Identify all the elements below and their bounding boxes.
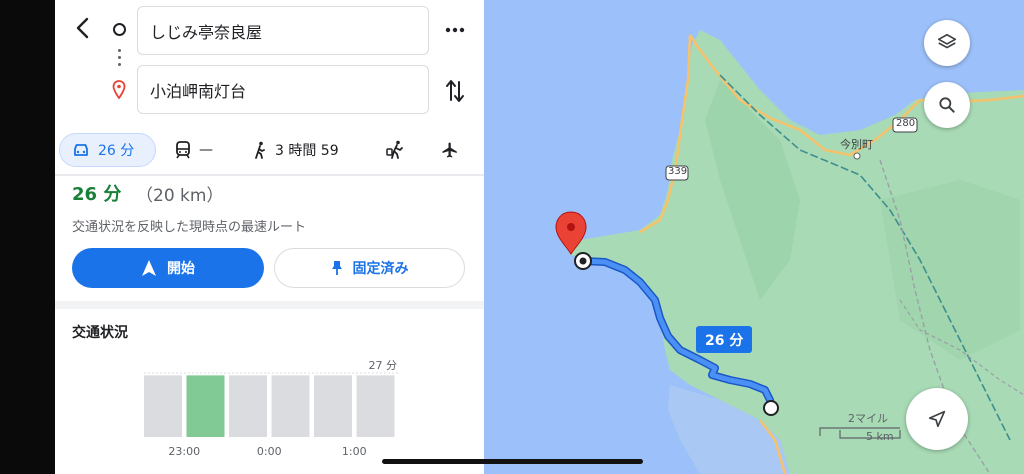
pinned-button-label: 固定済み [352, 261, 409, 277]
mode-car-label: 26 分 [98, 143, 135, 159]
road-339-label: 339 [668, 166, 688, 177]
travel-mode-bar: 26 分 — 3 時間 59 [55, 126, 484, 174]
walk-icon [255, 141, 265, 159]
chart-bar-22:30[interactable] [144, 375, 182, 437]
mode-ride-tab[interactable] [386, 133, 404, 167]
town-dot [853, 152, 861, 160]
navigation-arrow-icon [928, 410, 946, 428]
route-time-badge[interactable]: 26 分 [696, 326, 753, 353]
mode-walk-tab[interactable]: 3 時間 59 [253, 133, 339, 167]
mode-walk-label: 3 時間 59 [275, 143, 339, 159]
road-280-label: 280 [896, 118, 916, 129]
chart-xtick-0:00: 0:00 [257, 445, 282, 458]
left-background [0, 0, 55, 474]
chart-bar-23:00[interactable] [186, 375, 225, 437]
chart-max-label: 27 分 [369, 359, 398, 372]
pinned-button[interactable]: 固定済み [274, 248, 465, 288]
route-duration: 26 分 [72, 184, 122, 205]
navigation-icon [142, 260, 156, 276]
route-description: 交通状況を反映した現時点の最速ルート [72, 220, 307, 235]
mode-flight-tab[interactable] [441, 133, 459, 167]
chart-bar-23:30[interactable] [229, 375, 267, 437]
destination-pin-hole [567, 223, 575, 231]
destination-input[interactable]: 小泊岬南灯台 [137, 65, 429, 114]
back-arrow-icon [76, 17, 89, 39]
ride-hail-icon [386, 140, 403, 159]
my-location-button[interactable] [906, 388, 968, 450]
modes-divider [55, 174, 484, 176]
train-icon [176, 141, 190, 159]
origin-marker[interactable] [763, 400, 779, 416]
home-indicator [382, 459, 643, 464]
section-divider [55, 301, 484, 309]
scale-km-label: 5 km [866, 430, 894, 443]
scale-mile-label: 2マイル [848, 412, 888, 425]
traffic-chart: 27 分 23:00 0:00 1:00 [144, 359, 399, 458]
back-button[interactable] [69, 14, 97, 42]
swap-button[interactable] [441, 76, 469, 106]
destination-dot-center [579, 257, 587, 265]
origin-circle-icon [113, 23, 126, 36]
start-button-label: 開始 [167, 261, 195, 277]
route-dots-icon [118, 49, 122, 70]
airplane-icon [442, 142, 457, 158]
chart-bar-0:00[interactable] [271, 375, 310, 437]
car-icon [74, 144, 88, 156]
mode-transit-label: — [199, 142, 213, 158]
destination-pin-small-icon [112, 80, 126, 100]
mode-transit-tab[interactable]: — [175, 133, 213, 167]
mode-car-tab[interactable]: 26 分 [59, 133, 156, 167]
town-label: 今別町 [840, 138, 873, 151]
traffic-title: 交通状況 [72, 325, 128, 341]
start-button[interactable]: 開始 [72, 248, 264, 288]
chart-xtick-23:00: 23:00 [168, 445, 200, 458]
search-icon [939, 97, 955, 113]
chart-bar-0:30[interactable] [314, 375, 352, 437]
chart-xtick-1:00: 1:00 [342, 445, 367, 458]
directions-panel: しじみ亭奈良屋 小泊岬南灯台 26 分 — 3 時間 59 26 分 （20 k… [55, 0, 484, 474]
swap-arrows-icon [446, 80, 464, 102]
route-distance: （20 km） [136, 186, 224, 206]
layers-button[interactable] [924, 20, 970, 66]
layers-icon [937, 33, 957, 49]
pin-icon [331, 261, 342, 275]
chart-bar-1:00[interactable] [356, 375, 395, 437]
more-options-button[interactable] [441, 20, 469, 40]
origin-input[interactable]: しじみ亭奈良屋 [137, 6, 429, 55]
more-dots-icon [445, 27, 465, 33]
map-search-button[interactable] [924, 82, 970, 128]
